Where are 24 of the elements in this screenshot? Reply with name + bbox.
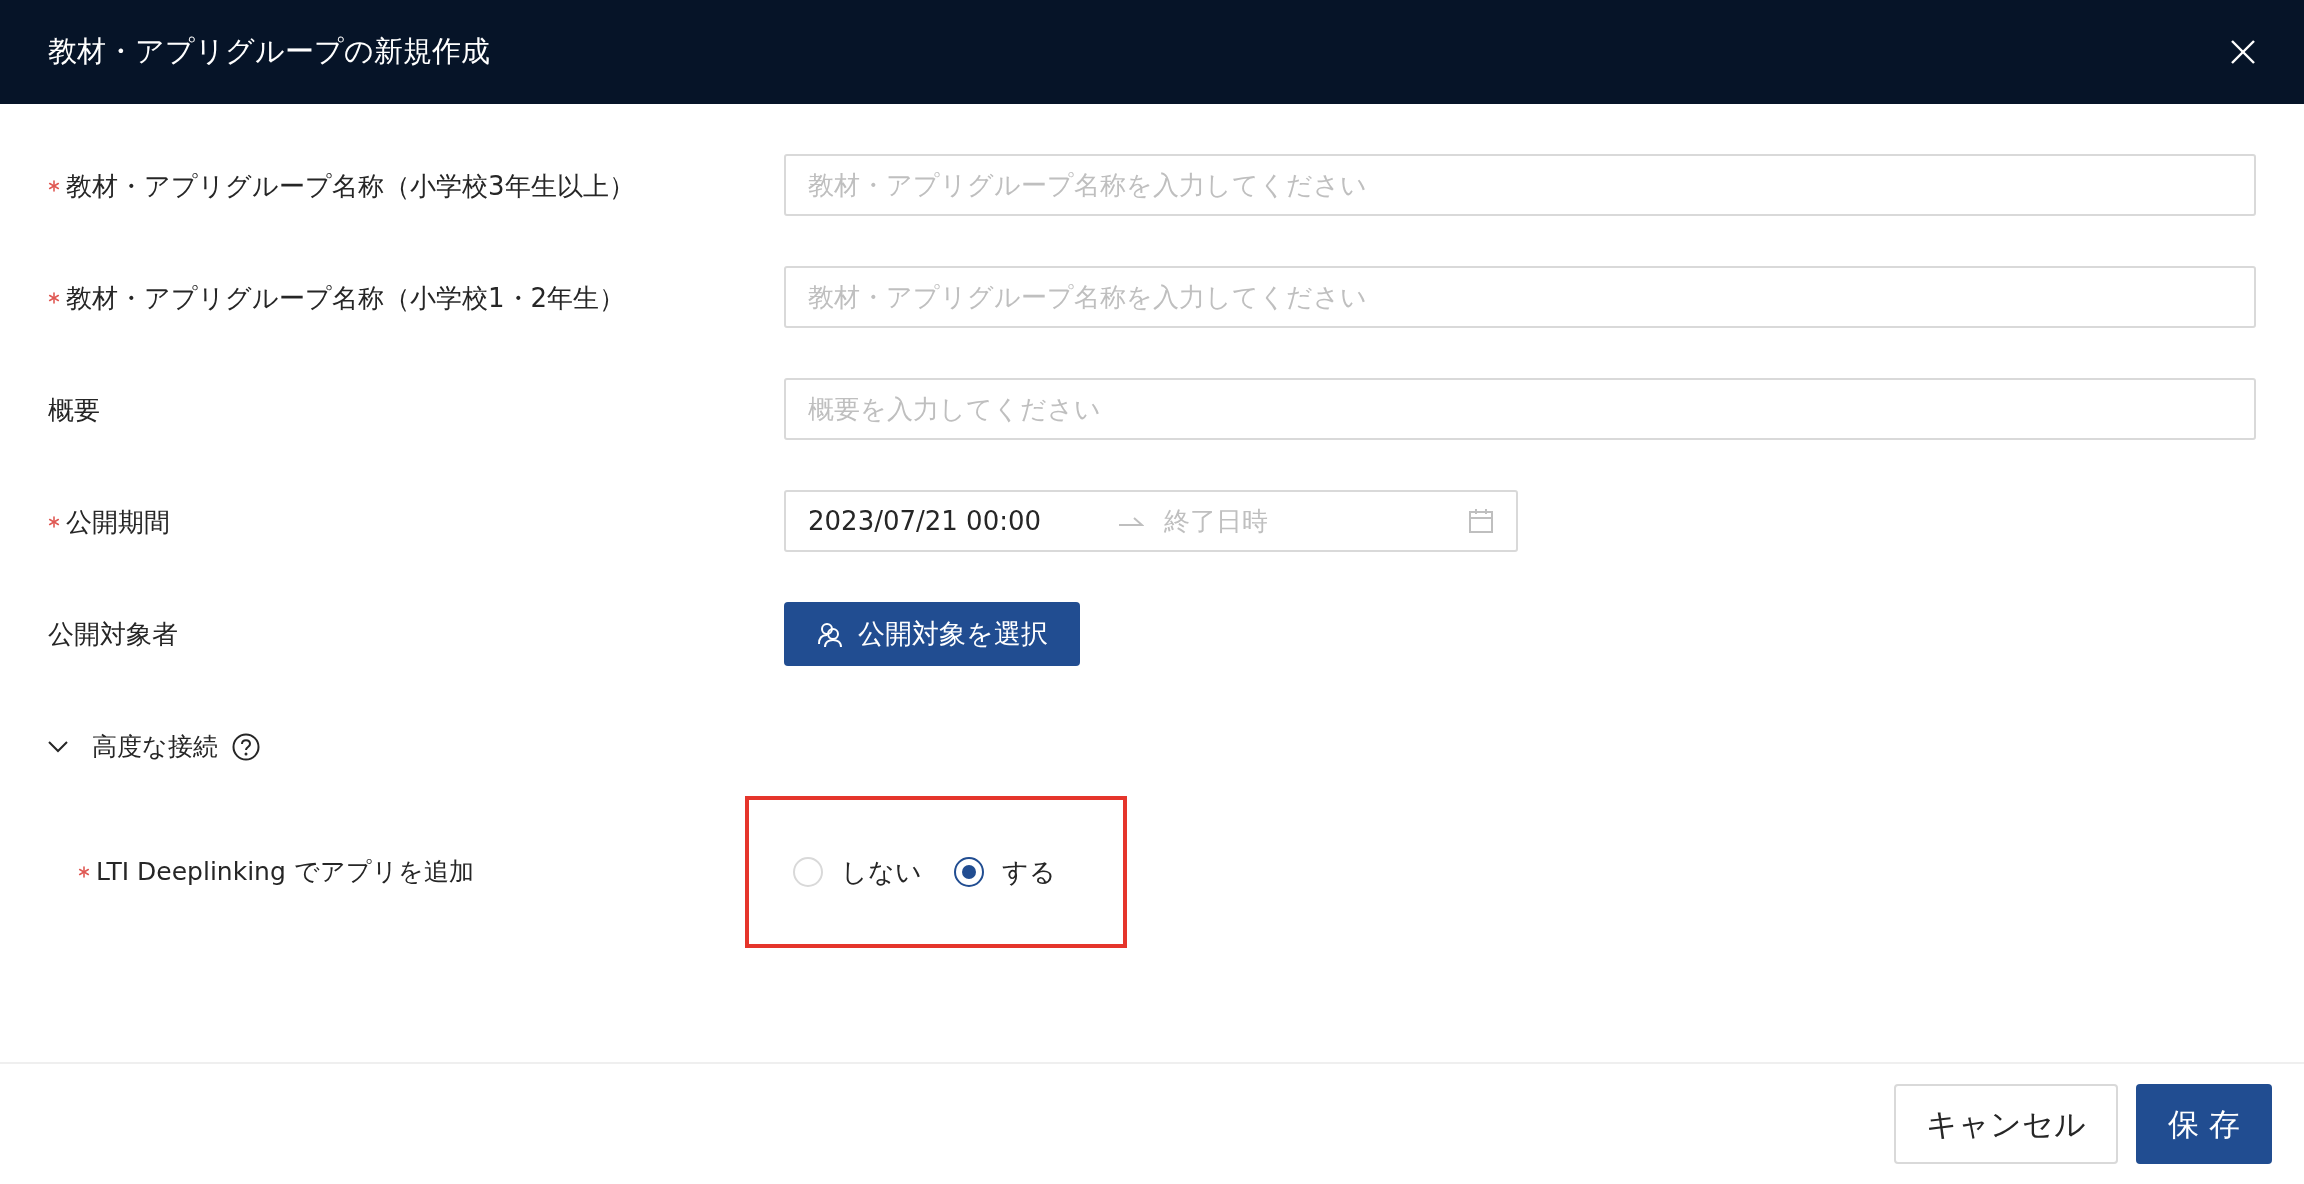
radio-option[interactable]: しない: [793, 852, 922, 892]
chevron-icon: [48, 741, 68, 753]
close-icon[interactable]: [2230, 39, 2256, 65]
save-button[interactable]: 保 存: [2136, 1084, 2272, 1164]
field-label: 教材・アプリグループ名称（小学校1・2年生）: [66, 281, 626, 315]
field-label: 公開期間: [66, 505, 170, 539]
field-label: LTI Deeplinking でアプリを追加: [96, 856, 474, 889]
start-date-value: 2023/07/21 00:00: [808, 504, 1043, 538]
radio-option[interactable]: する: [954, 852, 1056, 892]
field-label: 公開対象者: [48, 617, 178, 651]
users-icon: [816, 620, 844, 648]
section-toggle[interactable]: 高度な接続: [48, 728, 218, 766]
text-field[interactable]: 教材・アプリグループ名称を入力してください: [784, 154, 2256, 216]
dialog-title: 教材・アプリグループの新規作成: [48, 33, 490, 71]
field-label: 概要: [48, 393, 100, 427]
text-field[interactable]: 概要を入力してください: [784, 378, 2256, 440]
field-label: 教材・アプリグループ名称（小学校3年生以上）: [66, 169, 635, 203]
cancel-button[interactable]: キャンセル: [1894, 1084, 2119, 1164]
select-audience-button[interactable]: 公開対象を選択: [784, 602, 1080, 666]
date-range-field[interactable]: 2023/07/21 00:00 終了日時: [784, 490, 1518, 552]
calendar-icon: [1468, 508, 1494, 534]
text-field[interactable]: 教材・アプリグループ名称を入力してください: [784, 266, 2256, 328]
help-icon[interactable]: [232, 733, 260, 761]
end-date-placeholder: 終了日時: [1164, 504, 1269, 538]
